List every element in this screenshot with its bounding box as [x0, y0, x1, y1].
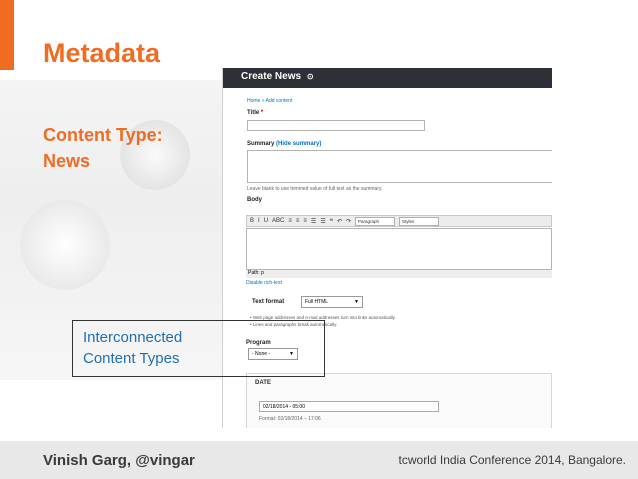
title-input[interactable]	[247, 120, 425, 131]
callout-line: Content Types	[83, 350, 180, 367]
accent-bar	[0, 0, 14, 70]
title-label-text: Title	[247, 110, 260, 116]
hide-summary-link[interactable]: (Hide summary)	[276, 141, 321, 147]
summary-textarea[interactable]	[247, 150, 552, 183]
summary-field-label: Summary (Hide summary)	[247, 141, 321, 147]
breadcrumb[interactable]: Home » Add content	[247, 98, 292, 104]
gear-circle-icon[interactable]: ⊙	[307, 72, 314, 81]
title-field-label: Title *	[247, 110, 263, 116]
content-type-name: News	[43, 151, 91, 171]
content-type-line: Content Type:	[43, 125, 163, 145]
slide-footer: Vinish Garg, @vingar tcworld India Confe…	[0, 441, 638, 479]
slide-title: Metadata	[43, 38, 161, 68]
required-mark: *	[260, 110, 264, 116]
callout-line: Interconnected	[83, 329, 183, 346]
callout-box: Interconnected Content Types	[72, 320, 325, 377]
summary-hint: Leave blank to use trimmed value of full…	[247, 186, 383, 192]
screenshot-header-title: Create News	[241, 71, 302, 82]
footer-author: Vinish Garg, @vingar	[43, 451, 195, 469]
footer-conference: tcworld India Conference 2014, Bangalore…	[398, 453, 626, 467]
body-field-label: Body	[247, 197, 262, 203]
content-type-label: Content Type: News	[43, 122, 163, 174]
summary-label-text: Summary	[247, 141, 275, 147]
screenshot-header: Create News ⊙	[223, 68, 552, 88]
background-blob	[20, 200, 110, 290]
